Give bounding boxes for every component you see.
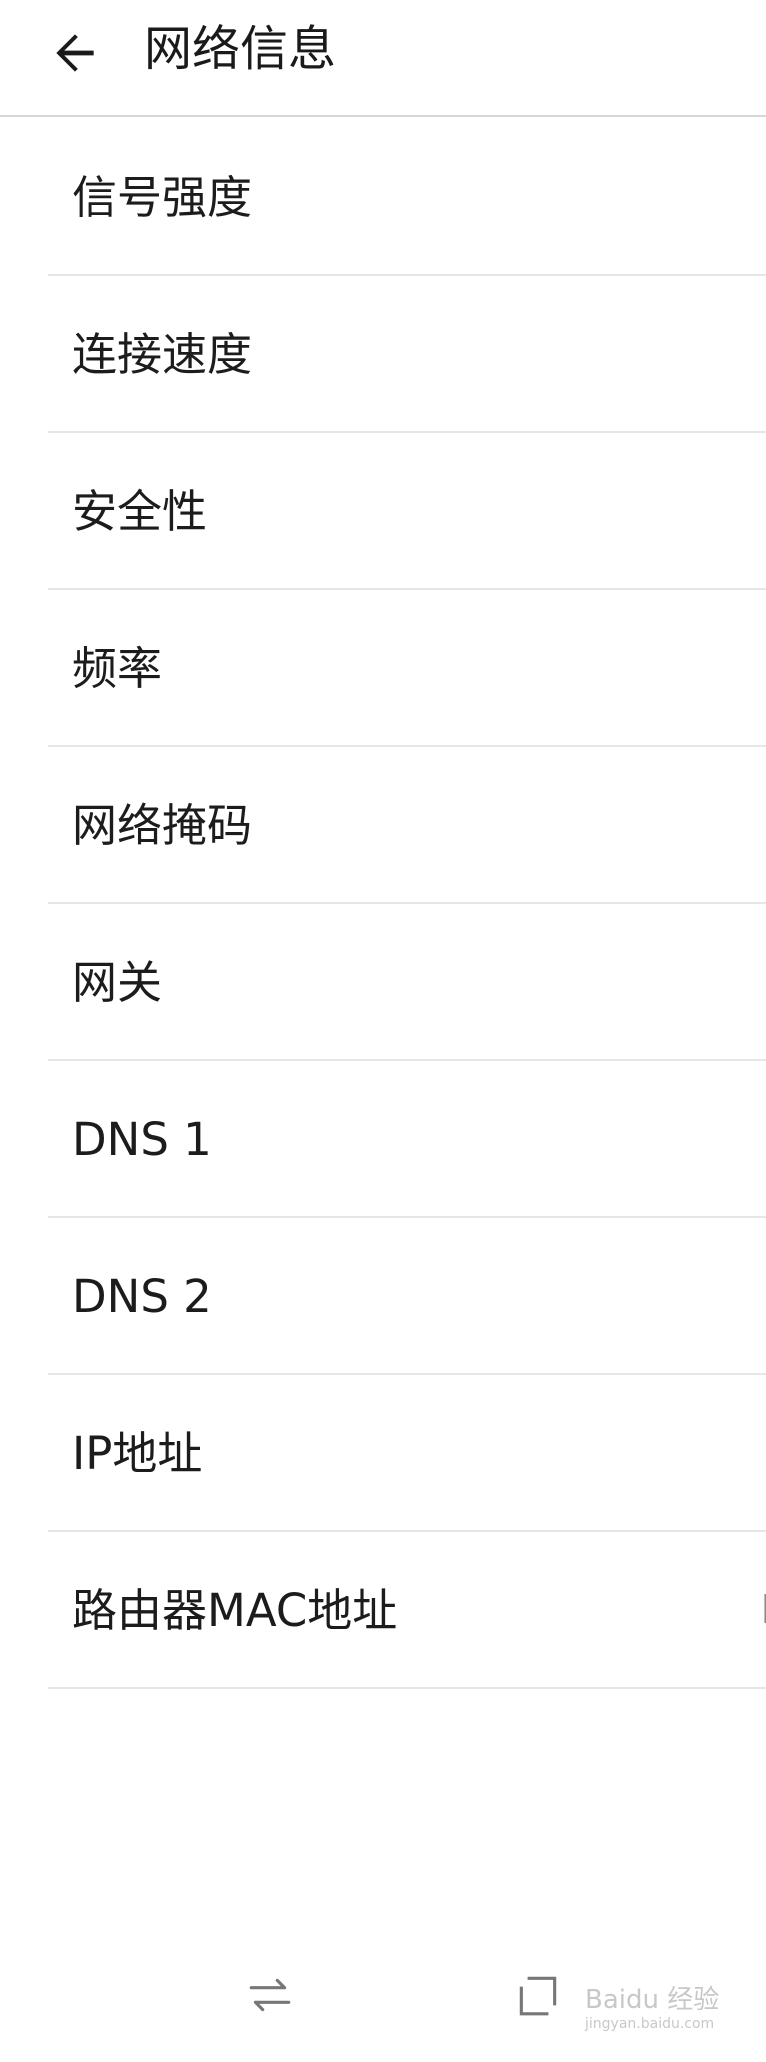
watermark-line1: Baidu 经验 (585, 1985, 720, 2015)
list-item-dns2: DNS 2 (48, 1218, 766, 1375)
baidu-watermark: Baidu 经验 jingyan.baidu.com (585, 1985, 755, 2055)
row-label: 安全性 (72, 485, 208, 538)
row-label: 网络掩码 (72, 799, 253, 852)
network-info-list: 信号强度 连接速度 安全性 W 频率 网络掩码 网关 DNS 1 2 DNS 2 (0, 119, 766, 1689)
row-value: bc (761, 1532, 766, 1687)
list-item-signal-strength: 信号强度 (48, 119, 766, 276)
app-bar: 网络信息 (0, 0, 766, 117)
list-item-link-speed: 连接速度 (48, 276, 766, 433)
row-label: IP地址 (72, 1427, 203, 1480)
list-item-security: 安全性 W (48, 433, 766, 590)
list-item-frequency: 频率 (48, 590, 766, 747)
square-icon (519, 1976, 557, 2016)
row-label: 路由器MAC地址 (72, 1584, 398, 1637)
network-info-screen: 网络信息 信号强度 连接速度 安全性 W 频率 网络掩码 网关 DNS 1 2 (0, 0, 766, 2062)
switch-app-button[interactable] (235, 1960, 305, 2030)
row-label: 网关 (72, 956, 163, 1009)
swap-arrows-icon (249, 1978, 291, 2012)
page-title: 网络信息 (144, 21, 337, 77)
watermark-line2: jingyan.baidu.com (585, 2016, 715, 2032)
list-item-dns1: DNS 1 2 (48, 1061, 766, 1218)
back-button[interactable] (30, 8, 120, 98)
row-label: DNS 1 (72, 1113, 212, 1166)
row-label: 连接速度 (72, 328, 253, 381)
overview-button[interactable] (503, 1960, 573, 2030)
list-item-gateway: 网关 (48, 904, 766, 1061)
list-item-netmask: 网络掩码 (48, 747, 766, 904)
row-label: 信号强度 (72, 171, 253, 224)
arrow-left-icon (56, 34, 94, 72)
row-label: DNS 2 (72, 1270, 212, 1323)
list-item-router-mac: 路由器MAC地址 bc (48, 1532, 766, 1689)
list-item-ip-address: IP地址 (48, 1375, 766, 1532)
row-label: 频率 (72, 642, 163, 695)
